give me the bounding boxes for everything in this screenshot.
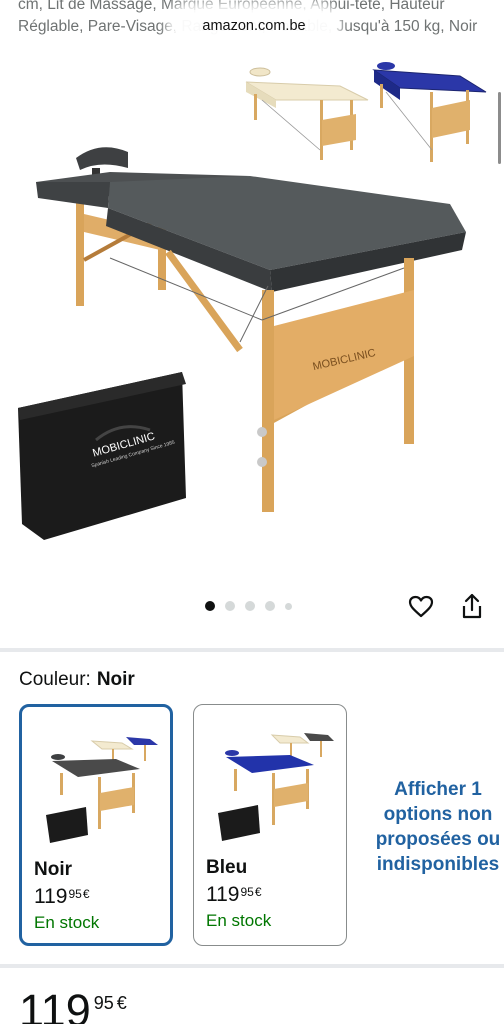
gallery-dot[interactable] (265, 601, 275, 611)
section-divider (0, 648, 504, 652)
main-price-currency: € (116, 993, 127, 1013)
variant-noir-stock: En stock (34, 913, 100, 932)
share-icon (462, 593, 482, 619)
color-selector-label: Couleur: Noir (19, 669, 135, 691)
scrollbar[interactable] (498, 92, 501, 164)
url-pill[interactable]: amazon.com.be (174, 10, 334, 42)
variant-bleu-stock: En stock (206, 911, 272, 930)
gallery-pagination[interactable] (205, 600, 292, 612)
variant-bleu-price-whole: 119 (206, 883, 240, 906)
variant-bleu-price: 119 95 € (206, 883, 262, 907)
color-selected-value: Noir (96, 669, 135, 690)
share-button[interactable] (457, 591, 487, 621)
show-other-options-link[interactable]: Afficher 1 options non proposées ou indi… (372, 777, 504, 877)
variant-noir-currency: € (82, 887, 90, 901)
wishlist-button[interactable] (406, 592, 436, 622)
main-price-fraction: 95 (93, 993, 114, 1013)
thumbnail-blue-table (372, 62, 487, 162)
variant-noir-price-whole: 119 (34, 885, 68, 908)
main-price-whole: 119 (19, 985, 91, 1024)
variant-bleu-currency: € (254, 885, 262, 899)
gallery-dot[interactable] (285, 602, 292, 610)
variant-bleu[interactable]: Bleu 119 95 € En stock (193, 704, 347, 946)
carry-bag: MOBICLINIC Spanish Leading Company Since… (18, 372, 186, 540)
variant-noir-name: Noir (34, 859, 72, 880)
section-divider (0, 964, 504, 968)
variant-bleu-image (218, 733, 334, 841)
color-label-text: Couleur: (19, 669, 91, 690)
variant-noir-price-fraction: 95 (68, 887, 82, 901)
variant-bleu-name: Bleu (206, 857, 248, 878)
main-price: 119 95 € (19, 985, 127, 1024)
gallery-dot[interactable] (245, 601, 255, 611)
product-main-image[interactable]: MOBICLINIC MOBICLINIC Spanish Leading Co… (0, 60, 504, 600)
heart-icon (408, 595, 434, 618)
variant-noir-price: 119 95 € (34, 885, 90, 909)
thumbnail-cream-table (245, 67, 369, 160)
gallery-dot-active[interactable] (205, 601, 215, 611)
gallery-dot[interactable] (225, 601, 235, 611)
variant-bleu-price-fraction: 95 (240, 885, 254, 899)
variant-noir[interactable]: Noir 119 95 € En stock (19, 704, 173, 946)
variant-noir-image (46, 737, 158, 843)
